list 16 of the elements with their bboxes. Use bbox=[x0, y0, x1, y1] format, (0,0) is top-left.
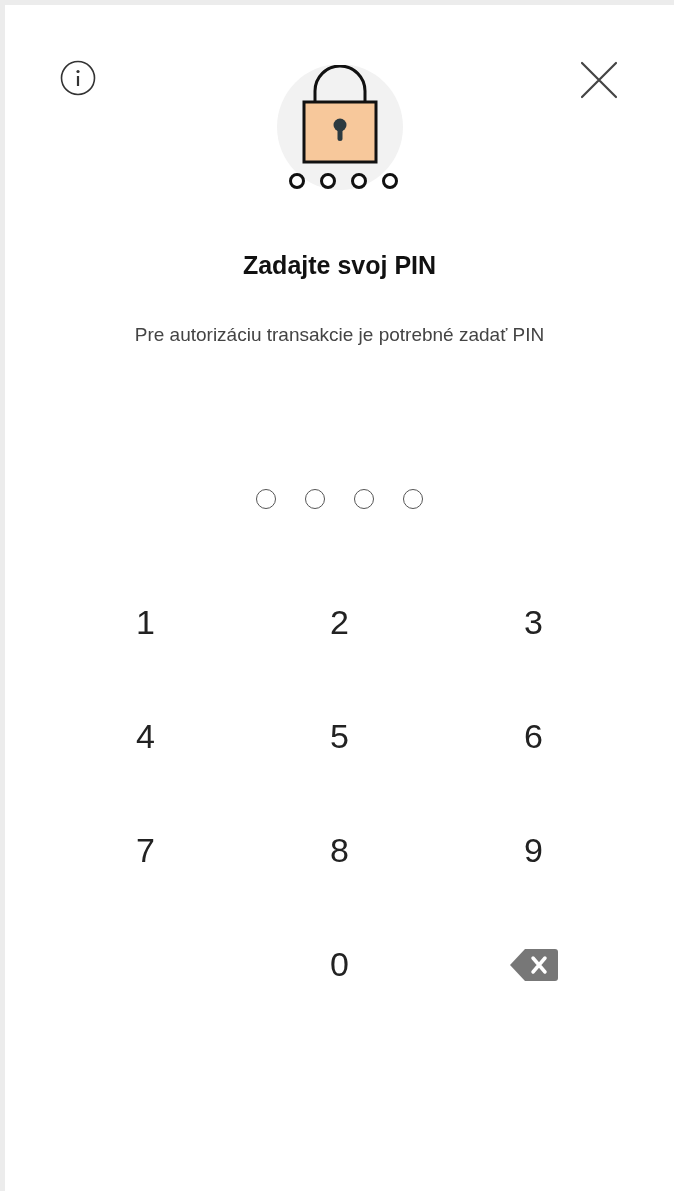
keypad-key[interactable]: 5 bbox=[242, 679, 437, 794]
keypad-key[interactable]: 2 bbox=[242, 565, 437, 680]
subtitle: Pre autorizáciu transakcie je potrebné zadať PIN bbox=[133, 322, 546, 347]
close-icon[interactable] bbox=[579, 60, 619, 100]
keypad-key[interactable]: 4 bbox=[48, 679, 243, 794]
keypad-key[interactable]: 8 bbox=[242, 793, 437, 908]
keypad-key[interactable]: 1 bbox=[48, 565, 243, 680]
title: Zadajte svoj PIN bbox=[242, 250, 437, 281]
backspace-button[interactable] bbox=[508, 947, 559, 982]
keypad-key[interactable]: 0 bbox=[242, 907, 437, 1022]
backspace-icon bbox=[508, 947, 559, 982]
keypad-key[interactable]: 9 bbox=[436, 793, 631, 908]
keypad-key[interactable]: 6 bbox=[436, 679, 631, 794]
keypad-key[interactable]: 7 bbox=[48, 793, 243, 908]
info-icon[interactable] bbox=[60, 60, 96, 96]
keypad-key[interactable]: 3 bbox=[436, 565, 631, 680]
